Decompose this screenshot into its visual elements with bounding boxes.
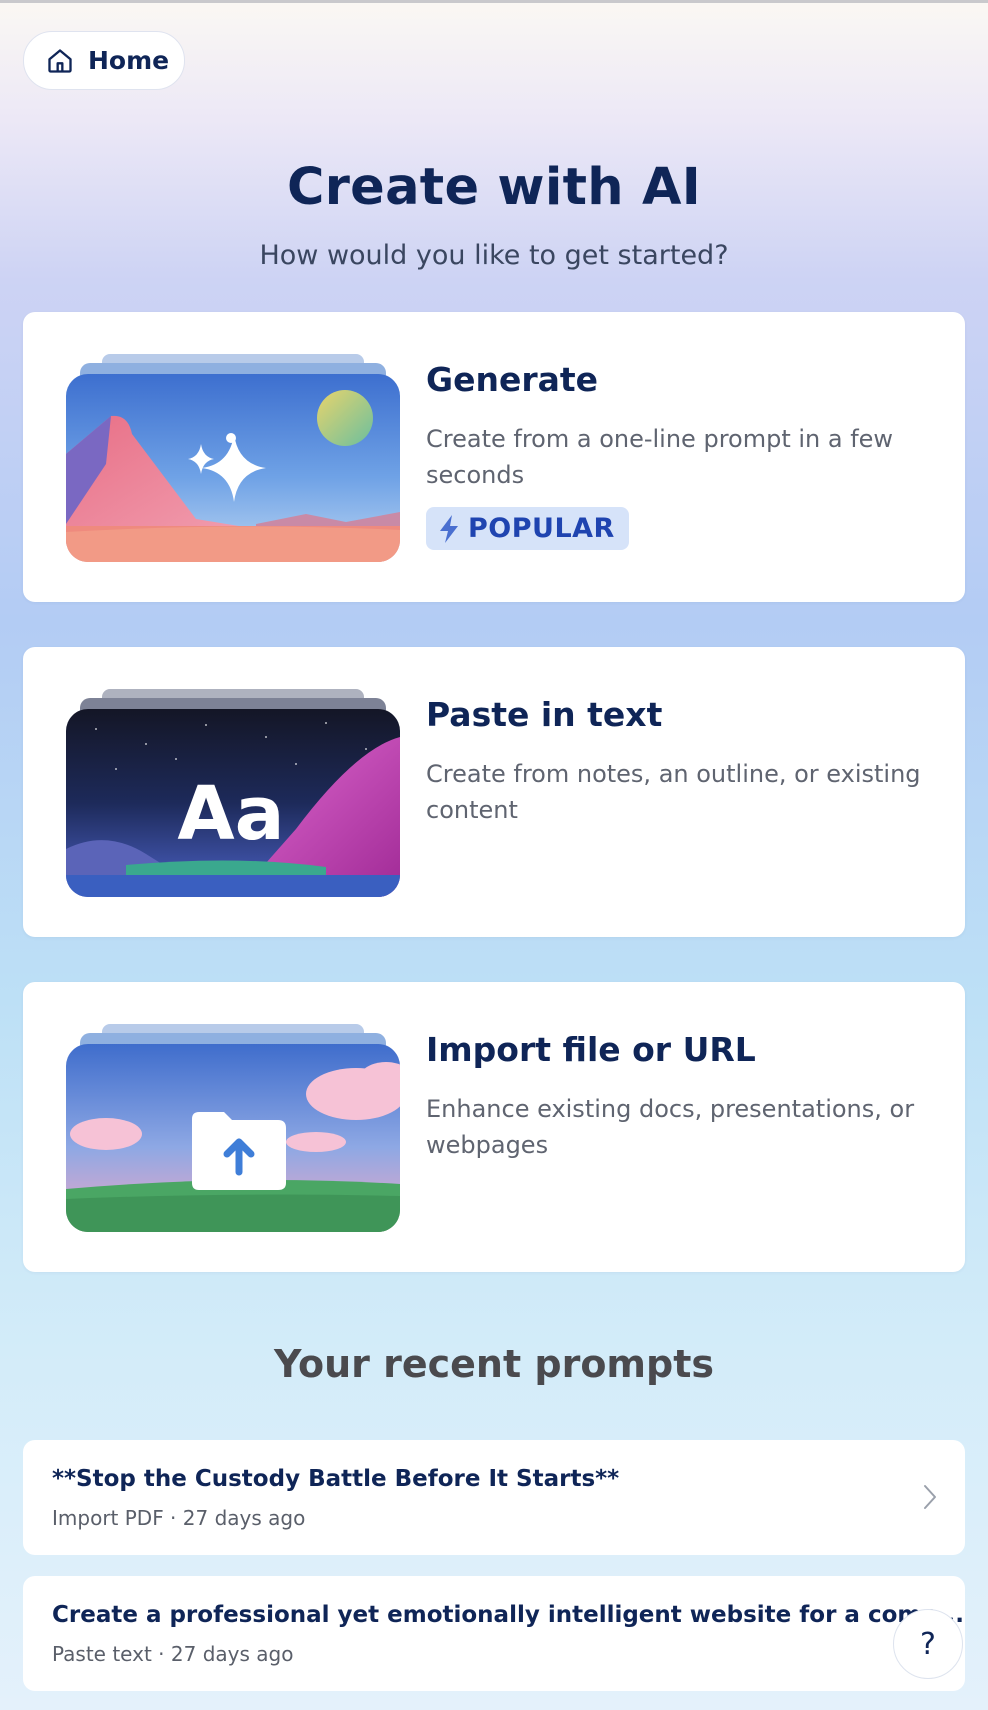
window-top-border [0,0,988,3]
generate-card[interactable]: Generate Create from a one-line prompt i… [23,312,965,602]
import-card[interactable]: Import file or URL Enhance existing docs… [23,982,965,1272]
home-button[interactable]: Home [23,31,185,90]
home-icon [48,48,72,73]
import-description: Enhance existing docs, presentations, or… [426,1095,915,1159]
recent-prompt-item[interactable]: **Stop the Custody Battle Before It Star… [23,1440,965,1555]
generate-thumbnail [66,354,400,562]
import-thumbnail [66,1024,400,1232]
import-title: Import file or URL [426,1030,756,1069]
popular-badge-label: POPULAR [468,513,615,544]
recent-prompt-item[interactable]: Create a professional yet emotionally in… [23,1576,965,1691]
folder-upload-icon [192,1112,286,1190]
generate-description: Create from a one-line prompt in a few s… [426,425,894,489]
page-subtitle: How would you like to get started? [259,240,729,271]
recent-prompts-heading: Your recent prompts [273,1342,715,1386]
help-button[interactable]: ? [893,1609,963,1679]
paste-text-description: Create from notes, an outline, or existi… [426,760,921,824]
page-title: Create with AI [287,158,701,217]
paste-text-thumbnail: Aa [66,689,400,897]
recent-prompt-meta: Import PDF · 27 days ago [52,1506,306,1530]
home-label: Home [88,46,170,75]
aa-thumbnail-text: Aa [177,771,284,857]
recent-prompt-meta: Paste text · 27 days ago [52,1642,294,1666]
paste-text-title: Paste in text [426,695,663,734]
recent-prompt-title: Create a professional yet emotionally in… [52,1602,965,1628]
lightning-icon [440,514,458,543]
chevron-right-icon [924,1485,936,1509]
paste-text-card[interactable]: Aa Paste in text Create from notes, an o… [23,647,965,937]
generate-title: Generate [426,360,599,399]
popular-badge: POPULAR [426,507,629,550]
recent-prompt-title: **Stop the Custody Battle Before It Star… [52,1466,620,1492]
